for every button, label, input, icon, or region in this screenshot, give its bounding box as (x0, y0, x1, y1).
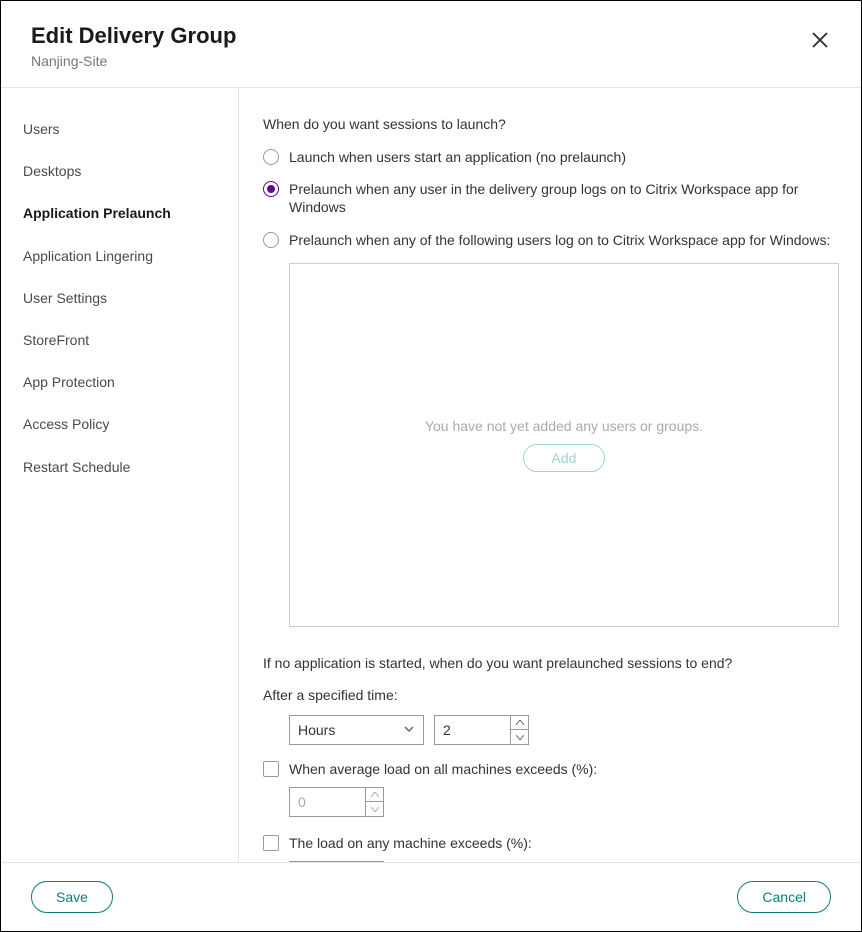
any-load-checkbox[interactable] (263, 835, 279, 851)
sidebar-item-access-policy[interactable]: Access Policy (1, 403, 238, 445)
radio-following-users[interactable] (263, 232, 279, 248)
modal-title: Edit Delivery Group (31, 23, 236, 49)
content-panel: When do you want sessions to launch? Lau… (239, 88, 861, 862)
avg-load-spinner (289, 787, 384, 817)
radio-following-users-label: Prelaunch when any of the following user… (289, 231, 830, 249)
avg-load-spinner-row (289, 787, 839, 817)
radio-following-users-row: Prelaunch when any of the following user… (263, 231, 839, 249)
chevron-down-icon (403, 722, 415, 738)
time-unit-value: Hours (298, 722, 403, 738)
users-box: You have not yet added any users or grou… (289, 263, 839, 627)
radio-no-prelaunch-label: Launch when users start an application (… (289, 148, 626, 166)
modal-header: Edit Delivery Group Nanjing-Site (1, 1, 861, 88)
modal-body: Users Desktops Application Prelaunch App… (1, 88, 861, 862)
avg-load-label: When average load on all machines exceed… (289, 761, 597, 777)
time-value-input[interactable] (435, 716, 510, 744)
sidebar-item-application-lingering[interactable]: Application Lingering (1, 235, 238, 277)
time-controls-row: Hours (289, 715, 839, 745)
sidebar-item-restart-schedule[interactable]: Restart Schedule (1, 446, 238, 488)
end-question: If no application is started, when do yo… (263, 655, 839, 671)
spinner-down-icon[interactable] (511, 730, 528, 744)
sidebar-item-storefront[interactable]: StoreFront (1, 319, 238, 361)
cancel-button[interactable]: Cancel (737, 881, 831, 913)
spinner-buttons (510, 716, 528, 744)
sidebar: Users Desktops Application Prelaunch App… (1, 88, 239, 862)
sidebar-item-app-protection[interactable]: App Protection (1, 361, 238, 403)
avg-load-input[interactable] (290, 788, 365, 816)
any-load-label: The load on any machine exceeds (%): (289, 835, 532, 851)
users-empty-text: You have not yet added any users or grou… (425, 418, 703, 434)
title-block: Edit Delivery Group Nanjing-Site (31, 23, 236, 69)
spinner-buttons-avg (365, 788, 383, 816)
avg-load-check-row: When average load on all machines exceed… (263, 761, 839, 777)
after-time-label: After a specified time: (263, 687, 839, 703)
radio-selected-dot (267, 185, 275, 193)
sidebar-item-users[interactable]: Users (1, 108, 238, 150)
add-users-button[interactable]: Add (523, 444, 606, 472)
launch-question: When do you want sessions to launch? (263, 116, 839, 132)
radio-any-user-label: Prelaunch when any user in the delivery … (289, 180, 839, 216)
radio-no-prelaunch-row: Launch when users start an application (… (263, 148, 839, 166)
spinner-up-icon[interactable] (366, 788, 383, 803)
any-load-spinner (289, 861, 384, 862)
sidebar-item-desktops[interactable]: Desktops (1, 150, 238, 192)
modal-subtitle: Nanjing-Site (31, 53, 236, 69)
sidebar-item-application-prelaunch[interactable]: Application Prelaunch (1, 192, 238, 234)
radio-any-user-row: Prelaunch when any user in the delivery … (263, 180, 839, 216)
radio-any-user[interactable] (263, 181, 279, 197)
spinner-up-icon[interactable] (511, 716, 528, 731)
time-value-spinner (434, 715, 529, 745)
sidebar-item-user-settings[interactable]: User Settings (1, 277, 238, 319)
save-button[interactable]: Save (31, 881, 113, 913)
radio-no-prelaunch[interactable] (263, 149, 279, 165)
edit-delivery-group-modal: Edit Delivery Group Nanjing-Site Users D… (0, 0, 862, 932)
any-load-check-row: The load on any machine exceeds (%): (263, 835, 839, 851)
modal-footer: Save Cancel (1, 862, 861, 931)
avg-load-checkbox[interactable] (263, 761, 279, 777)
time-unit-select[interactable]: Hours (289, 715, 424, 745)
spinner-down-icon[interactable] (366, 802, 383, 816)
close-icon[interactable] (809, 29, 831, 51)
